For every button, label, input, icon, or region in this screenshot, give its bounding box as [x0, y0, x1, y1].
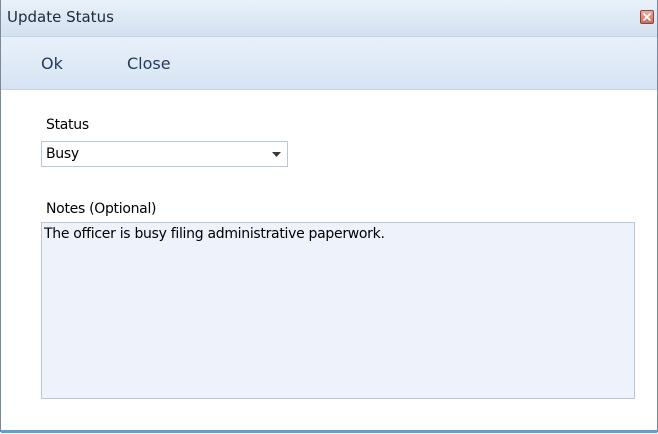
bottom-border: [1, 430, 657, 433]
notes-textarea[interactable]: The officer is busy filing administrativ…: [41, 222, 635, 399]
title-bar: Update Status: [1, 0, 657, 37]
status-dropdown[interactable]: Busy: [41, 141, 288, 167]
ok-button[interactable]: Ok: [41, 54, 63, 73]
status-label: Status: [46, 117, 89, 133]
close-icon: [643, 13, 651, 21]
window-close-button[interactable]: [640, 10, 654, 24]
close-button[interactable]: Close: [127, 54, 171, 73]
update-status-window: Update Status Ok Close Status Busy Notes…: [0, 0, 658, 433]
notes-label: Notes (Optional): [46, 201, 157, 217]
notes-text: The officer is busy filing administrativ…: [44, 226, 385, 242]
window-title: Update Status: [7, 8, 114, 26]
status-dropdown-value: Busy: [46, 146, 79, 162]
chevron-down-icon: [272, 152, 281, 157]
toolbar: Ok Close: [1, 37, 657, 90]
